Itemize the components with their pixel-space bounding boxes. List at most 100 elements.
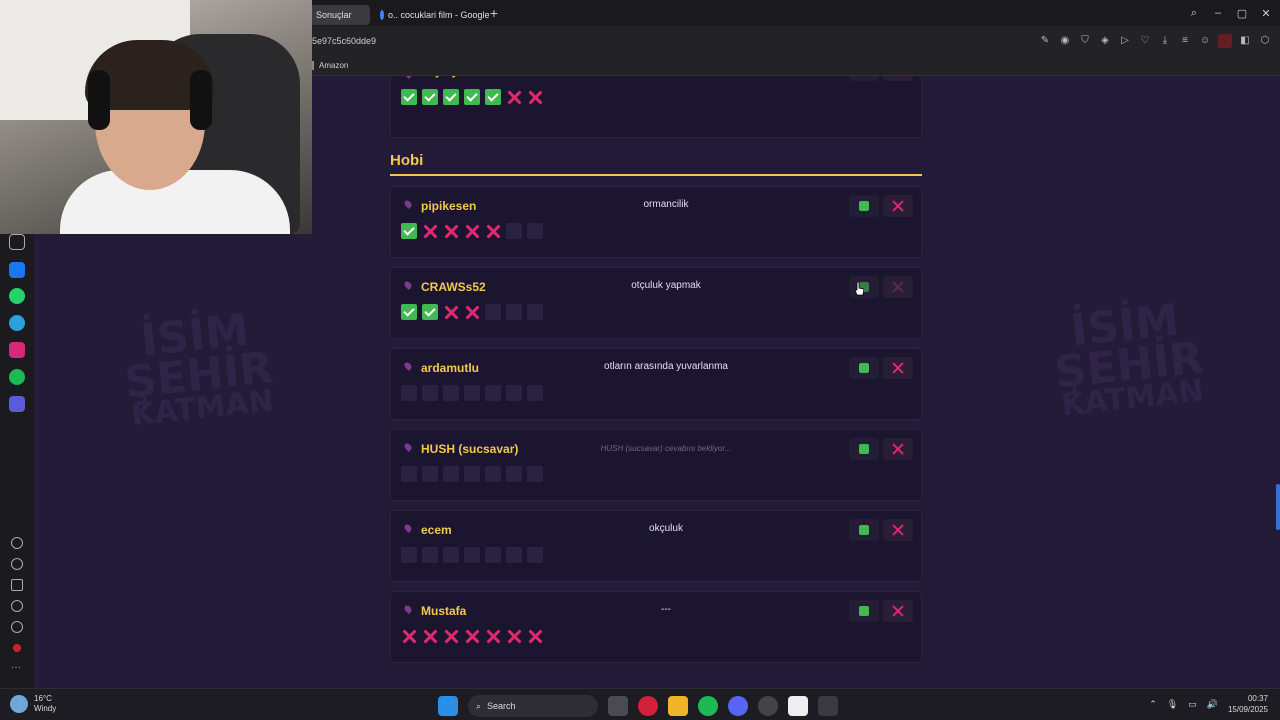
vote-box-empty xyxy=(527,547,543,563)
answer-card: Mustafa --- xyxy=(390,591,922,663)
vote-box-empty xyxy=(527,304,543,320)
heart-icon[interactable] xyxy=(11,537,23,549)
url-text[interactable]: 5e97c5c60dde9 xyxy=(312,36,376,46)
maximize-button[interactable]: ▢ xyxy=(1230,7,1254,20)
ext-icon-2[interactable]: ◧ xyxy=(1238,34,1252,48)
reject-button[interactable] xyxy=(883,195,913,217)
extension-icon[interactable]: ◈ xyxy=(1098,34,1112,48)
answer-card: HUSH (sucsavar) HUSH (sucsavar) cevabını … xyxy=(390,429,922,501)
mouse-cursor-icon xyxy=(854,282,864,296)
twitch-icon[interactable] xyxy=(1218,34,1232,48)
spotify-icon[interactable] xyxy=(9,369,25,385)
spotify-icon[interactable] xyxy=(698,696,718,716)
extension-icons: ✎ ◉ ⛉ ◈ ▷ ♡ ⤓ ≡ ☺ ◧ ⬡ xyxy=(1038,34,1272,48)
vote-box-empty xyxy=(527,466,543,482)
reject-button[interactable] xyxy=(883,600,913,622)
new-tab-button[interactable]: + xyxy=(486,5,502,21)
clock[interactable]: 00:37 15/09/2025 xyxy=(1228,693,1268,715)
instagram-icon[interactable] xyxy=(9,342,25,358)
minimize-button[interactable]: – xyxy=(1206,7,1230,19)
approve-button[interactable] xyxy=(849,357,879,379)
box-icon[interactable]: ⬡ xyxy=(1258,34,1272,48)
camera-icon[interactable]: ◉ xyxy=(1058,34,1072,48)
category-title: Hobi xyxy=(390,152,424,169)
profile-icon[interactable]: ☺ xyxy=(1198,34,1212,48)
edit-icon[interactable]: ✎ xyxy=(1038,34,1052,48)
more-icon[interactable]: ··· xyxy=(11,663,23,673)
vote-box-empty xyxy=(506,466,522,482)
answer-card: ardamutlu otların arasında yuvarlanma xyxy=(390,348,922,420)
watermark-logo-right: İSİM ŞEHİR KATMAN xyxy=(1052,294,1206,424)
vote-box-empty xyxy=(422,466,438,482)
settings-icon[interactable] xyxy=(11,600,23,612)
approve-button[interactable] xyxy=(849,76,879,81)
chevron-up-icon[interactable]: ⌃ xyxy=(1149,699,1157,710)
vote-box-no xyxy=(527,89,543,105)
windows-taskbar: 16°C Windy ⌕ Search ⌃ 🎙 ▭ 🔊 00:37 15/09/202… xyxy=(0,688,1280,720)
pin-icon xyxy=(403,442,413,452)
record-icon[interactable] xyxy=(13,644,21,652)
vote-boxes xyxy=(401,547,543,563)
tab-google[interactable]: o.. cocuklari film - Google xyxy=(372,5,490,25)
bookmark-amazon[interactable]: Amazon xyxy=(312,61,348,70)
task-view-icon[interactable] xyxy=(608,696,628,716)
taskbar-search[interactable]: ⌕ Search xyxy=(468,695,598,717)
capcut-icon[interactable] xyxy=(788,696,808,716)
player-answer: otçuluk yapmak xyxy=(631,280,701,291)
network-icon[interactable]: ▭ xyxy=(1188,699,1197,710)
answer-card-top: haysiyetsiz ot xyxy=(390,76,922,138)
volume-icon[interactable]: 🔊 xyxy=(1207,699,1218,710)
player-icon[interactable] xyxy=(9,396,25,412)
cube-icon[interactable] xyxy=(11,579,23,591)
vote-box-no xyxy=(485,223,501,239)
approve-button[interactable] xyxy=(849,195,879,217)
obs-icon[interactable] xyxy=(818,696,838,716)
lightbulb-icon[interactable] xyxy=(11,621,23,633)
shield-icon[interactable]: ⛉ xyxy=(1078,34,1092,48)
heart-icon[interactable]: ♡ xyxy=(1138,34,1152,48)
telegram-icon[interactable] xyxy=(9,315,25,331)
taskbar-apps: ⌕ Search xyxy=(438,695,838,717)
reject-button[interactable] xyxy=(883,76,913,81)
approve-button[interactable] xyxy=(849,438,879,460)
vote-box-no xyxy=(443,628,459,644)
vote-box-no xyxy=(527,628,543,644)
reject-button[interactable] xyxy=(883,357,913,379)
approve-button[interactable] xyxy=(849,519,879,541)
scrollbar-thumb[interactable] xyxy=(1276,484,1280,530)
approve-button[interactable] xyxy=(849,600,879,622)
vote-box-no xyxy=(464,628,480,644)
webcam-headset-right xyxy=(190,70,212,130)
weather-widget[interactable]: 16°C Windy xyxy=(10,694,56,714)
vote-box-empty xyxy=(506,223,522,239)
microphone-icon[interactable]: 🎙 xyxy=(1167,699,1178,710)
messenger-icon[interactable] xyxy=(9,262,25,278)
player-name: Mustafa xyxy=(421,604,467,618)
reject-button[interactable] xyxy=(883,519,913,541)
player-answer: ormancilik xyxy=(643,199,689,210)
opera-icon[interactable] xyxy=(638,696,658,716)
download-icon[interactable]: ⤓ xyxy=(1158,34,1172,48)
google-icon xyxy=(380,9,384,20)
history-icon[interactable] xyxy=(11,558,23,570)
reject-button[interactable] xyxy=(883,438,913,460)
weather-icon xyxy=(10,695,28,713)
play-icon[interactable]: ▷ xyxy=(1118,34,1132,48)
vote-box-no xyxy=(464,304,480,320)
vote-box-empty xyxy=(443,547,459,563)
discord-icon[interactable] xyxy=(728,696,748,716)
vote-box-empty xyxy=(485,385,501,401)
menu-icon[interactable]: ≡ xyxy=(1178,34,1192,48)
tab-sonuclar[interactable]: Sonuçlar xyxy=(308,4,370,25)
whatsapp-icon[interactable] xyxy=(9,288,25,304)
windows-start-icon[interactable] xyxy=(438,696,458,716)
reject-button[interactable] xyxy=(883,276,913,298)
vote-box-empty xyxy=(422,547,438,563)
vote-box-empty xyxy=(485,547,501,563)
steam-icon[interactable] xyxy=(758,696,778,716)
close-button[interactable]: ✕ xyxy=(1254,7,1278,20)
webcam-overlay xyxy=(0,0,312,234)
file-explorer-icon[interactable] xyxy=(668,696,688,716)
search-tabs-icon[interactable]: ⌕ xyxy=(1182,7,1206,20)
bag-icon[interactable] xyxy=(9,234,25,250)
